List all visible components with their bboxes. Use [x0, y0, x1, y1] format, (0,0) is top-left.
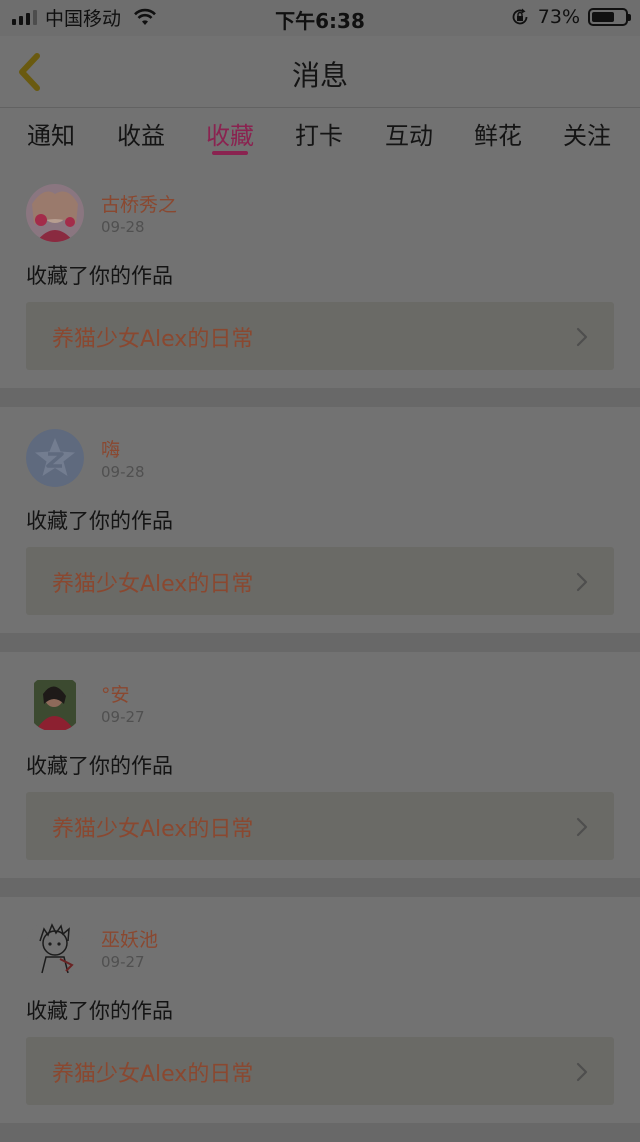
work-link[interactable]: 养猫少女Alex的日常: [26, 1037, 614, 1105]
list-item: 嗨 09-28 收藏了你的作品 养猫少女Alex的日常: [0, 407, 640, 633]
list-item: 古桥秀之 09-28 收藏了你的作品 养猫少女Alex的日常: [0, 162, 640, 388]
status-right: 73%: [510, 5, 631, 29]
message-date: 09-28: [101, 218, 145, 236]
tab-notify[interactable]: 通知: [11, 116, 91, 151]
status-bar: 中国移动 下午6:38 73%: [0, 0, 640, 36]
avatar[interactable]: [26, 674, 84, 732]
chevron-right-icon: [576, 572, 588, 592]
username[interactable]: 嗨: [101, 435, 120, 462]
battery-icon: [588, 8, 631, 26]
avatar[interactable]: [26, 184, 84, 242]
separator: [0, 633, 640, 652]
work-link[interactable]: 养猫少女Alex的日常: [26, 792, 614, 860]
avatar[interactable]: [26, 919, 84, 977]
message-text: 收藏了你的作品: [26, 264, 173, 288]
chevron-right-icon: [576, 327, 588, 347]
tab-interaction[interactable]: 互动: [369, 116, 449, 151]
tab-checkin[interactable]: 打卡: [279, 116, 359, 151]
work-title: 养猫少女Alex的日常: [52, 572, 254, 597]
tab-flowers[interactable]: 鲜花: [458, 116, 538, 151]
active-tab-indicator: [212, 151, 248, 155]
message-date: 09-28: [101, 463, 145, 481]
work-link[interactable]: 养猫少女Alex的日常: [26, 302, 614, 370]
message-list: 古桥秀之 09-28 收藏了你的作品 养猫少女Alex的日常 嗨 09-28 收…: [0, 162, 640, 1142]
message-tabs: 通知 收益 收藏 打卡 互动 鲜花 关注: [0, 108, 640, 160]
separator: [0, 878, 640, 897]
page-title: 消息: [291, 59, 348, 92]
username[interactable]: 古桥秀之: [101, 190, 177, 217]
list-item: °安 09-27 收藏了你的作品 养猫少女Alex的日常: [0, 652, 640, 878]
nav-bar: 消息: [0, 36, 640, 106]
tab-earnings[interactable]: 收益: [101, 116, 181, 151]
separator: [0, 388, 640, 407]
work-title: 养猫少女Alex的日常: [52, 1062, 254, 1087]
message-text: 收藏了你的作品: [26, 999, 173, 1023]
chevron-right-icon: [576, 1062, 588, 1082]
message-text: 收藏了你的作品: [26, 509, 173, 533]
message-text: 收藏了你的作品: [26, 754, 173, 778]
battery-percent: 73%: [537, 6, 580, 28]
message-date: 09-27: [101, 708, 145, 726]
tab-favorites[interactable]: 收藏: [190, 116, 270, 151]
chevron-right-icon: [576, 817, 588, 837]
tab-follow[interactable]: 关注: [547, 116, 627, 151]
username[interactable]: 巫妖池: [101, 925, 158, 952]
list-item: 巫妖池 09-27 收藏了你的作品 养猫少女Alex的日常: [0, 897, 640, 1123]
separator: [0, 1123, 640, 1142]
work-title: 养猫少女Alex的日常: [52, 817, 254, 842]
avatar[interactable]: [26, 429, 84, 487]
username[interactable]: °安: [101, 680, 130, 707]
work-title: 养猫少女Alex的日常: [52, 327, 254, 352]
work-link[interactable]: 养猫少女Alex的日常: [26, 547, 614, 615]
rotation-lock-icon: [512, 8, 528, 25]
message-date: 09-27: [101, 953, 145, 971]
